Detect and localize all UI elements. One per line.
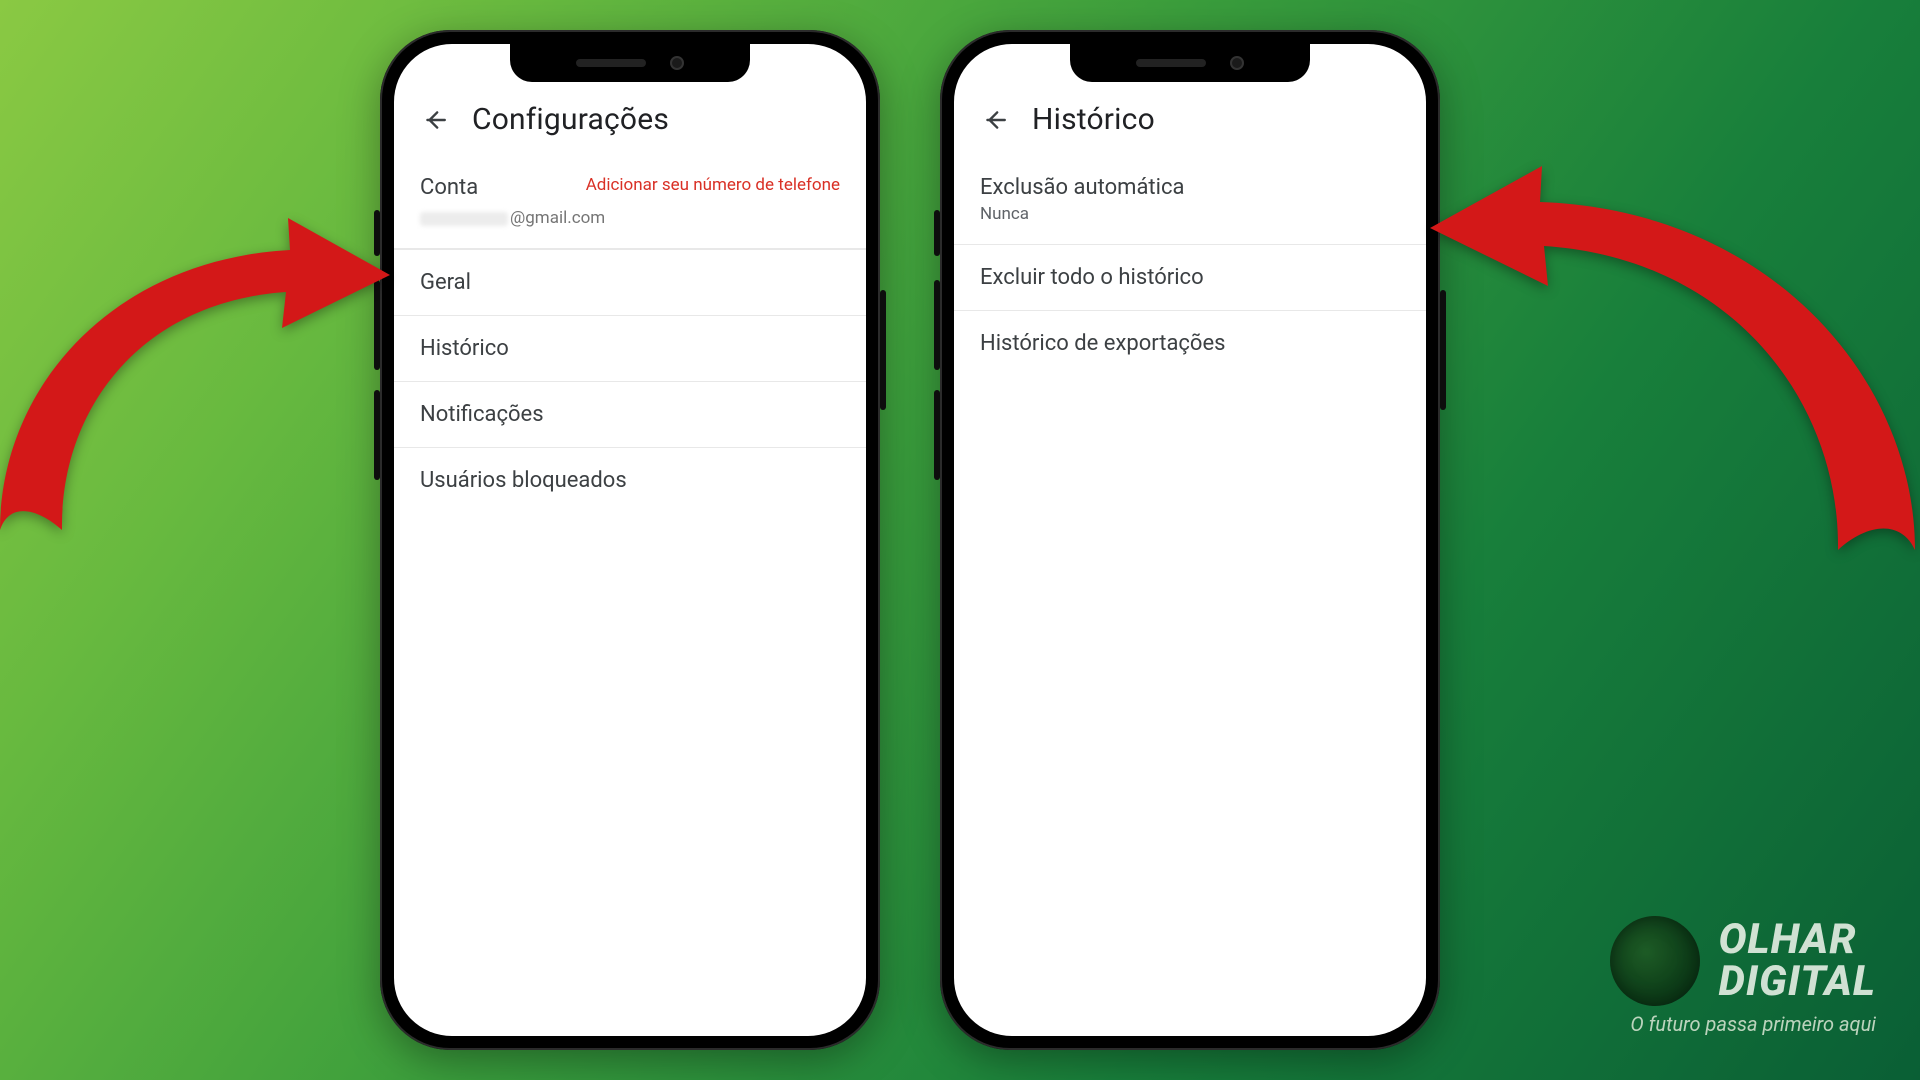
add-phone-link[interactable]: Adicionar seu número de telefone xyxy=(586,175,840,195)
phone-side-button xyxy=(374,280,380,370)
tutorial-stage: Configurações Conta Adicionar seu número… xyxy=(0,0,1920,1080)
back-arrow-icon[interactable] xyxy=(980,105,1010,135)
phone-screen: Histórico Exclusão automática Nunca Excl… xyxy=(954,44,1426,1036)
history-row-export[interactable]: Histórico de exportações xyxy=(954,311,1426,376)
phone-notch xyxy=(510,44,750,82)
phone-side-button xyxy=(934,280,940,370)
phone-speaker xyxy=(576,59,646,67)
settings-row-notificacoes[interactable]: Notificações xyxy=(394,382,866,448)
settings-list: Conta Adicionar seu número de telefone @… xyxy=(394,155,866,513)
phone-speaker xyxy=(1136,59,1206,67)
history-list: Exclusão automática Nunca Excluir todo o… xyxy=(954,155,1426,376)
watermark-olhar-digital: OLHAR DIGITAL O futuro passa primeiro aq… xyxy=(1610,916,1876,1036)
watermark-text: OLHAR DIGITAL xyxy=(1718,919,1876,1003)
row-label: Notificações xyxy=(420,402,840,427)
watermark-row: OLHAR DIGITAL xyxy=(1610,916,1876,1006)
phone-camera xyxy=(1230,56,1244,70)
watermark-line1: OLHAR xyxy=(1718,919,1876,961)
highlight-arrow-left xyxy=(0,180,410,540)
settings-row-usuarios-bloqueados[interactable]: Usuários bloqueados xyxy=(394,448,866,513)
phone-side-button xyxy=(374,210,380,256)
settings-row-historico[interactable]: Histórico xyxy=(394,316,866,382)
watermark-tagline: O futuro passa primeiro aqui xyxy=(1630,1012,1876,1036)
phone-mockup-left: Configurações Conta Adicionar seu número… xyxy=(380,30,880,1050)
history-row-delete-all[interactable]: Excluir todo o histórico xyxy=(954,245,1426,311)
phone-side-button xyxy=(934,210,940,256)
page-title: Configurações xyxy=(472,102,669,137)
account-email: @gmail.com xyxy=(420,208,840,228)
phone-screen: Configurações Conta Adicionar seu número… xyxy=(394,44,866,1036)
watermark-line2: DIGITAL xyxy=(1718,961,1876,1003)
settings-row-conta[interactable]: Conta Adicionar seu número de telefone @… xyxy=(394,155,866,249)
row-label: Exclusão automática xyxy=(980,175,1400,200)
row-label: Histórico de exportações xyxy=(980,331,1400,356)
phone-notch xyxy=(1070,44,1310,82)
settings-row-geral[interactable]: Geral xyxy=(394,249,866,316)
row-label: Geral xyxy=(420,270,840,295)
phone-side-button xyxy=(934,390,940,480)
history-row-auto-delete[interactable]: Exclusão automática Nunca xyxy=(954,155,1426,245)
row-label: Excluir todo o histórico xyxy=(980,265,1400,290)
highlight-arrow-right xyxy=(1400,130,1920,560)
row-label: Histórico xyxy=(420,336,840,361)
phone-mockup-right: Histórico Exclusão automática Nunca Excl… xyxy=(940,30,1440,1050)
phone-side-button xyxy=(374,390,380,480)
page-title: Histórico xyxy=(1032,102,1155,137)
row-sublabel: Nunca xyxy=(980,204,1400,224)
phone-side-button xyxy=(880,290,886,410)
phone-side-button xyxy=(1440,290,1446,410)
back-arrow-icon[interactable] xyxy=(420,105,450,135)
redacted-username xyxy=(420,212,508,226)
email-domain: @gmail.com xyxy=(510,208,605,228)
row-label: Usuários bloqueados xyxy=(420,468,840,493)
watermark-logo-icon xyxy=(1610,916,1700,1006)
phone-camera xyxy=(670,56,684,70)
